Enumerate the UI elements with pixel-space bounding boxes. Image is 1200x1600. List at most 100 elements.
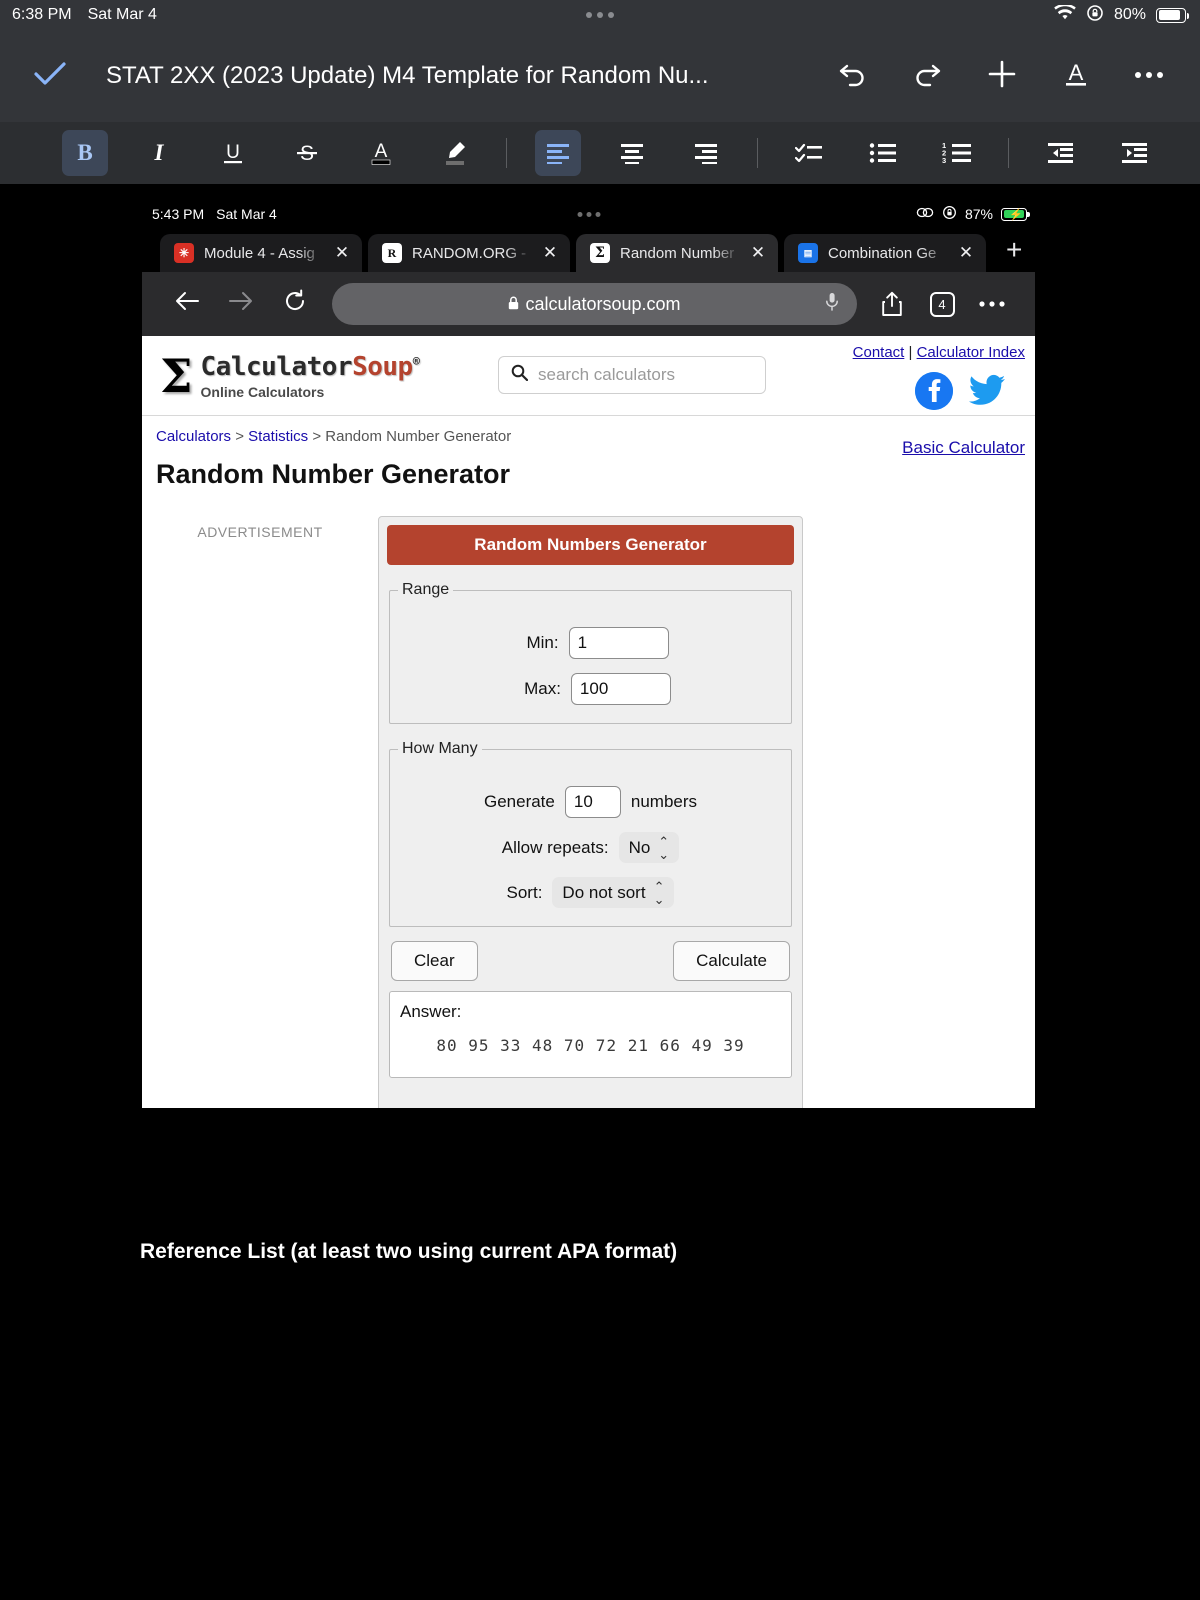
- screenshot-clock: 5:43 PM: [152, 206, 205, 222]
- browser-tab[interactable]: ✳ Module 4 - Assig ✕: [160, 234, 362, 272]
- twitter-icon[interactable]: [969, 372, 1007, 410]
- document-body: Reference List (at least two using curre…: [0, 1108, 1200, 1600]
- bold-button[interactable]: B: [62, 130, 108, 176]
- search-input[interactable]: search calculators: [498, 356, 766, 394]
- allow-repeats-row: Allow repeats: No ⌃ ⌄: [398, 832, 783, 863]
- numbers-label: numbers: [630, 792, 698, 811]
- checklist-button[interactable]: [786, 130, 832, 176]
- back-arrow-icon[interactable]: [160, 290, 214, 319]
- generate-row: Generate 10 numbers: [398, 786, 783, 818]
- align-right-button[interactable]: [683, 130, 729, 176]
- increase-indent-button[interactable]: [1111, 130, 1157, 176]
- share-icon[interactable]: [867, 291, 917, 317]
- screenshot-date: Sat Mar 4: [216, 206, 277, 222]
- allow-repeats-label: Allow repeats:: [501, 837, 609, 857]
- text-color-button[interactable]: A: [358, 130, 404, 176]
- align-left-button[interactable]: [535, 130, 581, 176]
- sort-select[interactable]: Do not sort ⌃ ⌄: [552, 877, 675, 908]
- sort-value: Do not sort: [562, 882, 646, 902]
- tab-count-button[interactable]: 4: [917, 291, 967, 317]
- calculate-button[interactable]: Calculate: [673, 941, 790, 981]
- max-input[interactable]: 100: [570, 673, 671, 705]
- safari-tab-bar: ✳ Module 4 - Assig ✕ R RANDOM.ORG - ✕ Σ …: [142, 230, 1035, 272]
- tab-label: Module 4 - Assig: [204, 244, 315, 262]
- contact-link[interactable]: Contact: [853, 344, 905, 361]
- calculatorsoup-page: Σ CalculatorSoup® Online Calculators sea…: [142, 336, 1035, 1108]
- tab-label: RANDOM.ORG -: [412, 244, 527, 262]
- clear-button[interactable]: Clear: [391, 941, 478, 981]
- generate-count-input[interactable]: 10: [564, 786, 621, 818]
- tab-close-icon[interactable]: ✕: [542, 243, 558, 263]
- checkmark-icon[interactable]: [30, 61, 70, 92]
- os-clock: 6:38 PM: [12, 6, 72, 23]
- max-label: Max:: [524, 679, 561, 698]
- calculator-index-link[interactable]: Calculator Index: [917, 344, 1025, 361]
- tab-count-label: 4: [929, 291, 955, 317]
- highlight-button[interactable]: [432, 130, 478, 176]
- tab-label: Combination Ge: [828, 244, 937, 262]
- answer-panel: Answer: 80 95 33 48 70 72 21 66 49 39: [389, 991, 792, 1078]
- os-date: Sat Mar 4: [87, 6, 157, 23]
- breadcrumb-statistics[interactable]: Statistics: [248, 428, 308, 445]
- align-center-button[interactable]: [609, 130, 655, 176]
- docs-format-toolbar: B I U S A 1 2 3: [0, 122, 1200, 184]
- sigma-icon: Σ: [590, 243, 610, 263]
- breadcrumb-calculators[interactable]: Calculators: [156, 428, 231, 445]
- underline-button[interactable]: U: [210, 130, 256, 176]
- redo-button[interactable]: [912, 60, 942, 93]
- breadcrumb-sep: >: [235, 428, 244, 445]
- sort-label: Sort:: [506, 882, 543, 902]
- decrease-indent-button[interactable]: [1037, 130, 1083, 176]
- chain-link-icon: [916, 206, 934, 222]
- bulleted-list-button[interactable]: [860, 130, 906, 176]
- allow-repeats-value: No: [628, 837, 651, 857]
- min-input[interactable]: 1: [568, 627, 669, 659]
- svg-text:3: 3: [942, 156, 946, 164]
- strikethrough-button[interactable]: S: [284, 130, 330, 176]
- page-content: ADVERTISEMENT Random Numbers Generator R…: [142, 490, 1035, 1108]
- browser-more-icon[interactable]: [967, 300, 1017, 308]
- italic-button[interactable]: I: [136, 130, 182, 176]
- safari-url-bar: calculatorsoup.com 4: [142, 272, 1035, 336]
- toolbar-divider-1: [506, 138, 507, 168]
- ellipsis-icon[interactable]: [1134, 67, 1164, 85]
- tab-close-icon[interactable]: ✕: [958, 243, 974, 263]
- address-bar-input[interactable]: calculatorsoup.com: [332, 283, 857, 325]
- new-tab-button[interactable]: +: [992, 236, 1032, 266]
- format-a-icon[interactable]: A: [1062, 59, 1090, 94]
- max-row: Max: 100: [412, 673, 783, 705]
- undo-button[interactable]: [838, 60, 868, 93]
- random-org-icon: R: [382, 243, 402, 263]
- tab-close-icon[interactable]: ✕: [334, 243, 350, 263]
- search-placeholder: search calculators: [538, 365, 676, 384]
- ipad-docs-screen: 6:38 PM Sat Mar 4 80% STAT 2XX (2023 Upd…: [0, 0, 1200, 1600]
- range-fieldset: Range Min: 1 Max: 100: [389, 581, 792, 724]
- allow-repeats-select[interactable]: No ⌃ ⌄: [618, 832, 680, 863]
- chevron-updown-icon: ⌃ ⌄: [658, 833, 670, 862]
- reload-icon[interactable]: [268, 289, 322, 320]
- toolbar-divider-2: [757, 138, 758, 168]
- document-title[interactable]: STAT 2XX (2023 Update) M4 Template for R…: [106, 62, 838, 90]
- forward-arrow-icon[interactable]: [214, 290, 268, 319]
- numbered-list-button[interactable]: 123: [934, 130, 980, 176]
- svg-text:A: A: [1069, 60, 1084, 85]
- microphone-icon[interactable]: [825, 292, 839, 317]
- toolbar-divider-3: [1008, 138, 1009, 168]
- rotation-lock-icon: [942, 205, 957, 223]
- lock-icon: [508, 294, 519, 315]
- screenshot-status-left: 5:43 PM Sat Mar 4: [142, 206, 277, 222]
- breadcrumb-current: Random Number Generator: [325, 428, 512, 445]
- basic-calculator-link[interactable]: Basic Calculator: [902, 438, 1025, 457]
- browser-tab[interactable]: R RANDOM.ORG - ✕: [368, 234, 570, 272]
- social-links: [915, 372, 1007, 410]
- facebook-icon[interactable]: [915, 372, 953, 410]
- answer-values: 80 95 33 48 70 72 21 66 49 39: [436, 1036, 745, 1055]
- browser-tab[interactable]: ▤ Combination Ge ✕: [784, 234, 986, 272]
- tab-close-icon[interactable]: ✕: [750, 243, 766, 263]
- site-logo[interactable]: Σ CalculatorSoup® Online Calculators: [160, 352, 420, 400]
- random-number-calculator: Random Numbers Generator Range Min: 1 Ma…: [378, 516, 803, 1108]
- browser-tab-active[interactable]: Σ Random Number ✕: [576, 234, 778, 272]
- plus-icon[interactable]: [986, 58, 1018, 95]
- os-status-left: 6:38 PM Sat Mar 4: [0, 6, 157, 24]
- canvas-icon: ✳: [174, 243, 194, 263]
